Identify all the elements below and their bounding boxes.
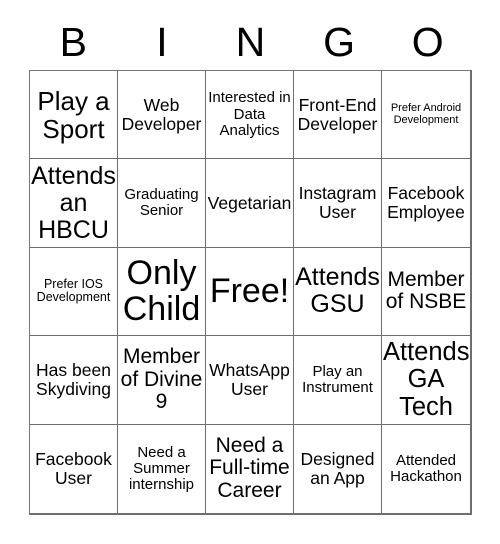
bingo-cell[interactable]: Prefer IOS Development — [30, 247, 118, 337]
bingo-cell-label: Attends GSU — [295, 263, 380, 319]
bingo-header-letter-i: I — [118, 14, 207, 70]
bingo-cell-label: Play a Sport — [37, 85, 110, 144]
bingo-cell-label: Need a Summer internship — [128, 443, 195, 493]
bingo-cell-label: Need a Full-time Career — [209, 433, 290, 503]
bingo-cell[interactable]: Vegetarian — [206, 159, 294, 248]
bingo-cell[interactable]: Play a Sport — [30, 71, 118, 160]
bingo-cell-label: Vegetarian — [207, 192, 292, 213]
bingo-cell-label: Free! — [209, 272, 290, 311]
bingo-header-letter-o: O — [383, 14, 472, 70]
bingo-cell-label: Attends an HBCU — [31, 161, 116, 244]
bingo-cell[interactable]: Designed an App — [294, 424, 382, 513]
bingo-cell[interactable]: Prefer Android Development — [382, 71, 470, 160]
bingo-header-letter-n: N — [206, 14, 295, 70]
bingo-cell[interactable]: Attends an HBCU — [30, 159, 118, 248]
bingo-cell[interactable]: Member of Divine 9 — [118, 336, 206, 425]
bingo-cell[interactable]: Member of NSBE — [382, 247, 470, 337]
bingo-cell-label: Member of Divine 9 — [120, 344, 203, 414]
bingo-header-letter-g: G — [295, 14, 384, 70]
bingo-free-space-cell[interactable]: Free! — [206, 247, 294, 337]
bingo-cell[interactable]: Web Developer — [118, 71, 206, 160]
bingo-cell[interactable]: WhatsApp User — [206, 336, 294, 425]
bingo-cell-label: Interested in Data Analytics — [208, 89, 291, 139]
bingo-cell[interactable]: Interested in Data Analytics — [206, 71, 294, 160]
bingo-cell[interactable]: Attended Hackathon — [382, 424, 470, 513]
bingo-cell[interactable]: Need a Summer internship — [118, 424, 206, 513]
bingo-cell-label: Prefer IOS Development — [36, 276, 111, 305]
bingo-cell-label: Only Child — [122, 253, 201, 329]
bingo-cell[interactable]: Only Child — [118, 247, 206, 337]
header-letter-text: I — [156, 18, 168, 65]
header-letter-text: N — [235, 18, 266, 65]
bingo-cell-label: WhatsApp User — [209, 360, 290, 399]
bingo-cell-label: Front-End Developer — [297, 94, 378, 134]
bingo-cell-label: Designed an App — [300, 448, 375, 488]
bingo-cell-label: Member of NSBE — [385, 267, 467, 314]
bingo-header-row: B I N G O — [29, 14, 472, 70]
bingo-cell[interactable]: Need a Full-time Career — [206, 424, 294, 513]
bingo-cell-label: Attends GA Tech — [383, 337, 470, 421]
bingo-cell[interactable]: Attends GSU — [294, 247, 382, 337]
bingo-card: B I N G O Play a Sport Web Developer Inter… — [0, 0, 500, 544]
header-letter-text: G — [323, 18, 356, 65]
bingo-cell-label: Graduating Senior — [124, 185, 199, 220]
bingo-cell[interactable]: Graduating Senior — [118, 159, 206, 248]
bingo-cell-label: Attended Hackathon — [390, 451, 462, 485]
bingo-cell[interactable]: Attends GA Tech — [382, 336, 470, 425]
bingo-cell[interactable]: Play an Instrument — [294, 336, 382, 425]
bingo-cell-label: Play an Instrument — [302, 362, 373, 396]
bingo-cell-label: Prefer Android Development — [390, 101, 462, 126]
bingo-header-letter-b: B — [29, 14, 118, 70]
bingo-cell-label: Web Developer — [121, 94, 202, 134]
bingo-cell[interactable]: Facebook User — [30, 424, 118, 513]
bingo-cell-label: Has been Skydiving — [36, 360, 111, 399]
bingo-cell-label: Facebook Employee — [387, 183, 465, 223]
header-letter-text: O — [411, 18, 444, 65]
bingo-cell[interactable]: Has been Skydiving — [30, 336, 118, 425]
header-letter-text: B — [59, 18, 87, 65]
bingo-grid: Play a Sport Web Developer Interested in D… — [29, 70, 472, 515]
bingo-cell[interactable]: Instagram User — [294, 159, 382, 248]
bingo-cell-label: Facebook User — [35, 448, 112, 488]
bingo-cell-label: Instagram User — [298, 183, 377, 223]
bingo-cell[interactable]: Facebook Employee — [382, 159, 470, 248]
bingo-cell[interactable]: Front-End Developer — [294, 71, 382, 160]
